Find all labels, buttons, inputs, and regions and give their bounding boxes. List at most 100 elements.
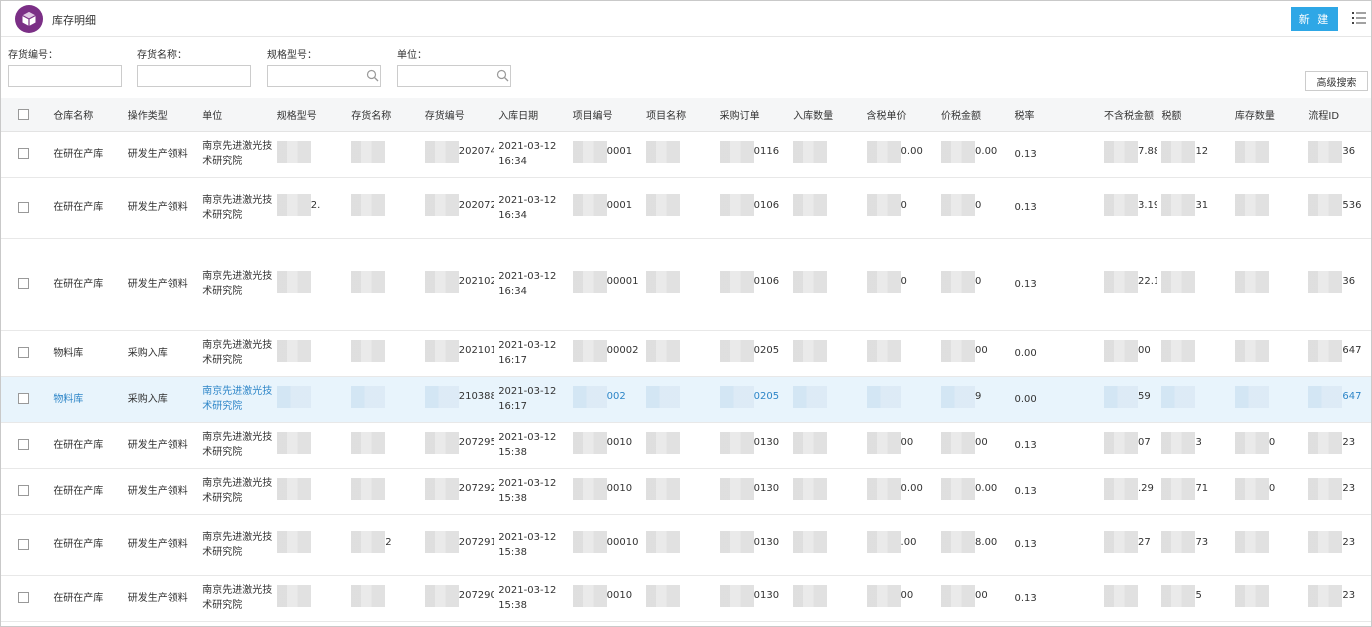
redacted-block [572, 531, 607, 553]
cell-text: 00 [900, 590, 914, 601]
cell-text: 00 [975, 437, 988, 448]
column-header[interactable]: 入库日期 [494, 98, 569, 132]
advanced-search-button[interactable]: 高级搜索 [1305, 71, 1368, 91]
row-select-cell[interactable] [1, 330, 50, 377]
table-row[interactable]: 在研在产库 研发生产领料 南京先进激光技术研究院 207290 2021-03-12 1… [1, 575, 1371, 622]
redacted-block [572, 431, 607, 454]
redacted-block [351, 339, 386, 362]
cell-text: 0.00 [975, 483, 998, 494]
row-select-cell[interactable] [1, 422, 50, 469]
search-icon[interactable] [366, 69, 379, 82]
table-row[interactable]: 在研在产库 研发生产领料 南京先进激光技术研究院 207295 2021-03-12 1… [1, 422, 1371, 469]
redacted-block [1103, 339, 1138, 362]
redacted-block [866, 431, 901, 454]
column-header[interactable]: 存货名称 [347, 98, 421, 132]
column-header[interactable]: 仓库名称 [49, 98, 124, 132]
search-icon[interactable] [496, 69, 509, 82]
column-header[interactable]: 项目名称 [642, 98, 716, 132]
row-select-cell[interactable] [1, 238, 50, 331]
cell-text: 3 [1195, 437, 1202, 448]
row-checkbox[interactable] [18, 148, 29, 159]
column-header[interactable]: 价税金额 [937, 98, 1011, 132]
code-filter-input[interactable] [8, 65, 122, 87]
cell-date: 2021-03-12 15:38 [494, 468, 569, 515]
row-checkbox[interactable] [18, 347, 29, 358]
redacted-block [793, 339, 828, 362]
column-header[interactable]: 存货编号 [420, 98, 495, 132]
redacted-block [866, 270, 901, 293]
select-all-cell[interactable] [1, 98, 50, 132]
column-header[interactable]: 库存数量 [1230, 98, 1305, 132]
cell-net-amount: .29 [1083, 468, 1158, 515]
table-row[interactable]: 在研在产库研发生产领料南京先进激光技术研究院 202102642021-03-12… [1, 238, 1371, 331]
cell-amount: 00 [937, 422, 1011, 469]
table-row[interactable]: 在研在产库 研发生产领料 南京先进激光技术研究院 207292 2021-03-12 1… [1, 468, 1371, 515]
cell-unit-price: 0 [862, 177, 938, 239]
cell-text: 20207249 [458, 199, 494, 211]
redacted-block [572, 194, 607, 216]
list-menu-icon[interactable] [1352, 11, 1366, 25]
column-header[interactable]: 单位 [198, 98, 273, 132]
row-select-cell[interactable] [1, 177, 50, 239]
new-button[interactable]: 新 建 [1291, 7, 1338, 31]
cell-po: 0130 [715, 422, 790, 469]
cell-proj-name [642, 330, 716, 377]
redacted-block [424, 140, 459, 163]
row-select-cell[interactable] [1, 468, 50, 515]
cell-proj-name [642, 238, 716, 331]
row-checkbox[interactable] [18, 439, 29, 450]
table-row[interactable]: 在研在产库研发生产领料南京先进激光技术研究院 2. 202072492021-03-… [1, 177, 1371, 239]
unit-filter-input[interactable] [397, 65, 511, 87]
cell-text: 23 [1342, 483, 1356, 494]
column-header[interactable]: 不含税金额 [1083, 98, 1158, 132]
cell-text: 07 [1137, 437, 1151, 448]
row-checkbox[interactable] [18, 278, 29, 289]
redacted-block [1234, 477, 1269, 500]
column-header[interactable]: 税额 [1157, 98, 1231, 132]
column-header[interactable]: 入库数量 [789, 98, 863, 132]
column-header[interactable]: 含税单价 [862, 98, 938, 132]
cell-flow-id: 647 [1304, 376, 1371, 423]
row-select-cell[interactable] [1, 131, 50, 178]
cell-amount: 0 [937, 238, 1011, 331]
column-header[interactable]: 项目编号 [568, 98, 643, 132]
column-header[interactable]: 采购订单 [715, 98, 790, 132]
name-filter-input[interactable] [137, 65, 251, 87]
cell-flow-id: 647 [1304, 330, 1371, 377]
cell-op: 研发生产领料 [123, 131, 199, 178]
cell-op: 采购入库 [123, 330, 199, 377]
table-row[interactable]: 在研在产库 研发生产领料 南京先进激光技术研究院 2 207291 2021-03-12 … [1, 514, 1371, 576]
row-checkbox[interactable] [18, 485, 29, 496]
cell-text: 20210157 [458, 345, 494, 356]
column-header[interactable]: 操作类型 [123, 98, 199, 132]
cell-warehouse: 在研在产库 [49, 422, 124, 469]
table-row[interactable]: 在研在产库研发生产领料南京先进激光技术研究院 202074842021-03-12… [1, 131, 1371, 178]
row-checkbox[interactable] [18, 538, 29, 550]
cell-unit-price [862, 330, 938, 377]
cell-name [347, 177, 421, 239]
cell-proj-code: 0001 [568, 131, 643, 178]
row-select-cell[interactable] [1, 376, 50, 423]
row-checkbox[interactable] [18, 393, 29, 404]
column-header[interactable]: 规格型号 [272, 98, 348, 132]
cell-tax-rate: 0.00 [1010, 376, 1084, 423]
spec-filter-input[interactable] [267, 65, 381, 87]
cell-tax-rate: 0.13 [1010, 468, 1084, 515]
row-checkbox[interactable] [18, 201, 29, 213]
redacted-block [1234, 531, 1269, 553]
redacted-block [276, 385, 311, 408]
redacted-block [646, 140, 681, 163]
cell-stock [1230, 376, 1305, 423]
cell-flow-id: 536 [1304, 177, 1371, 239]
row-select-cell[interactable] [1, 514, 50, 576]
column-header[interactable]: 税率 [1010, 98, 1084, 132]
cell-text: 207292 [458, 483, 495, 494]
table-header-row: 仓库名称 操作类型 单位 规格型号 存货名称 存货编号 入库日期 项目编号 项目… [1, 98, 1371, 132]
select-all-checkbox[interactable] [18, 108, 29, 120]
row-select-cell[interactable] [1, 575, 50, 622]
column-header[interactable]: 流程ID [1304, 98, 1371, 132]
row-checkbox[interactable] [18, 592, 29, 603]
table-row[interactable]: 物料库采购入库南京先进激光技术研究院 202101572021-03-12 16:… [1, 330, 1371, 377]
table-row[interactable]: 物料库 采购入库 南京先进激光技术研究院 210388 2021-03-12 16:17… [1, 376, 1371, 423]
redacted-block [866, 531, 901, 553]
